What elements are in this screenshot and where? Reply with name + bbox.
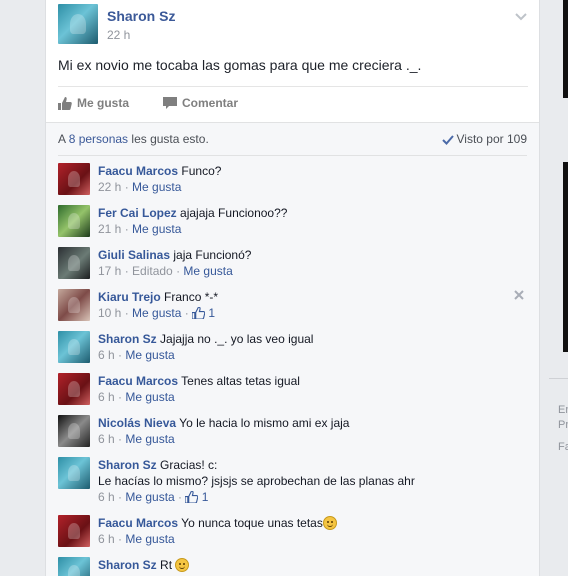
commenter-name[interactable]: Faacu Marcos <box>98 374 178 388</box>
commenter-name[interactable]: Sharon Sz <box>98 458 157 472</box>
comment-meta: 6 h · Me gusta · 1 <box>98 490 209 504</box>
comment-like-link[interactable]: Me gusta <box>125 532 174 546</box>
commenter-avatar[interactable] <box>58 331 90 363</box>
commenter-avatar[interactable] <box>58 163 90 195</box>
comment-text: Yo nunca toque unas tetas <box>181 516 323 530</box>
commenter-name[interactable]: Faacu Marcos <box>98 516 178 530</box>
author-avatar[interactable] <box>58 4 98 44</box>
comment-like-link[interactable]: Me gusta <box>125 390 174 404</box>
comment-time[interactable]: 17 h <box>98 264 121 278</box>
seen-count: Visto por 109 <box>456 132 528 146</box>
comment-text: Gracias! c: <box>160 458 218 472</box>
comment-text: Tenes altas tetas igual <box>181 374 300 388</box>
smile-emoji-icon <box>175 558 190 572</box>
commenter-avatar[interactable] <box>58 289 90 321</box>
comment-text: ajajaja Funcionoo?? <box>180 206 288 220</box>
commenter-avatar[interactable] <box>58 415 90 447</box>
post-header: Sharon Sz 22 h <box>58 4 528 46</box>
comment-like-link[interactable]: Me gusta <box>125 432 174 446</box>
likes-summary: A 8 personas les gusta esto. Visto por 1… <box>58 132 527 156</box>
comment-text: Rt <box>160 558 173 572</box>
comment-like-link[interactable]: Me gusta <box>183 264 232 278</box>
comment-text: Jajajja no ._. yo las veo igual <box>160 332 314 346</box>
commenter-avatar[interactable] <box>58 373 90 405</box>
commenter-avatar[interactable] <box>58 515 90 547</box>
close-icon[interactable] <box>513 289 525 301</box>
divider <box>58 155 527 156</box>
comment-meta: 17 h · Editado · Me gusta <box>98 264 233 278</box>
comment-like-count[interactable]: 1 <box>184 490 209 504</box>
comment-meta: 6 h · Me gusta <box>98 432 175 446</box>
comment-icon <box>163 97 177 109</box>
commenter-name[interactable]: Giuli Salinas <box>98 248 170 262</box>
comment-label: Comentar <box>182 96 239 110</box>
comment-time[interactable]: 6 h <box>98 432 115 446</box>
comment-like-link[interactable]: Me gusta <box>132 222 181 236</box>
comment-text: Yo le hacia lo mismo ami ex jaja <box>179 416 350 430</box>
comment-time[interactable]: 6 h <box>98 348 115 362</box>
commenter-avatar[interactable] <box>58 557 90 576</box>
comments-section: A 8 personas les gusta esto. Visto por 1… <box>46 122 539 576</box>
post-author-name[interactable]: Sharon Sz <box>107 8 175 24</box>
comment-time[interactable]: 21 h <box>98 222 121 236</box>
comment-like-link[interactable]: Me gusta <box>125 348 174 362</box>
like-count: 1 <box>201 490 209 504</box>
commenter-avatar[interactable] <box>58 205 90 237</box>
commenter-name[interactable]: Sharon Sz <box>98 558 157 572</box>
likes-prefix: A <box>58 132 69 146</box>
commenter-name[interactable]: Fer Cai Lopez <box>98 206 177 220</box>
divider <box>549 378 568 379</box>
comment-time[interactable]: 10 h <box>98 306 121 320</box>
commenter-name[interactable]: Faacu Marcos <box>98 164 178 178</box>
comment-like-link[interactable]: Me gusta <box>125 490 174 504</box>
post-actions: Me gusta Comentar <box>58 86 528 122</box>
sidebar-text[interactable]: Pr <box>558 419 568 431</box>
like-count: 1 <box>208 306 216 320</box>
thumbs-up-icon <box>58 97 72 110</box>
comment-text: jaja Funcionó? <box>173 248 252 262</box>
comment-time[interactable]: 6 h <box>98 532 115 546</box>
comment-time[interactable]: 6 h <box>98 490 115 504</box>
likes-suffix: les gusta esto. <box>128 132 209 146</box>
comment-time[interactable]: 22 h <box>98 180 121 194</box>
commenter-name[interactable]: Kiaru Trejo <box>98 290 161 304</box>
commenter-name[interactable]: Nicolás Nieva <box>98 416 176 430</box>
relieved-emoji-icon <box>322 516 337 530</box>
comment-meta: 6 h · Me gusta <box>98 532 175 546</box>
comment-edited[interactable]: Editado <box>132 264 173 278</box>
comment-meta: 22 h · Me gusta <box>98 180 182 194</box>
comment-text: Funco? <box>181 164 222 178</box>
thumbs-up-icon <box>184 490 199 504</box>
comment-like-link[interactable]: Me gusta <box>132 180 181 194</box>
thumbs-up-icon <box>191 306 206 320</box>
post-text: Mi ex novio me tocaba las gomas para que… <box>58 57 422 73</box>
post-timestamp[interactable]: 22 h <box>107 28 130 42</box>
commenter-name[interactable]: Sharon Sz <box>98 332 157 346</box>
comment-like-count[interactable]: 1 <box>191 306 216 320</box>
sidebar-image[interactable] <box>563 162 568 352</box>
comment-like-link[interactable]: Me gusta <box>132 306 181 320</box>
checkmark-icon <box>441 135 454 145</box>
comment-button[interactable]: Comentar <box>163 96 238 110</box>
comment-meta: 6 h · Me gusta <box>98 390 175 404</box>
comment-text-line2: Le hacías lo mismo? jsjsjs se aprobechan… <box>98 474 415 488</box>
seen-by[interactable]: Visto por 109 <box>441 132 528 146</box>
like-button[interactable]: Me gusta <box>58 96 129 110</box>
commenter-avatar[interactable] <box>58 247 90 279</box>
commenter-avatar[interactable] <box>58 457 90 489</box>
comment-meta: 21 h · Me gusta <box>98 222 182 236</box>
comment-meta: 6 h · Me gusta <box>98 348 175 362</box>
sidebar-text[interactable]: Er <box>558 404 568 416</box>
comment-text: Franco *-* <box>164 290 219 304</box>
like-label: Me gusta <box>77 96 130 110</box>
right-sidebar: Er Pr Fa <box>541 0 568 576</box>
comment-meta: 10 h · Me gusta · 1 <box>98 306 216 320</box>
sidebar-text[interactable]: Fa <box>558 441 568 453</box>
likes-people-link[interactable]: 8 personas <box>69 132 128 146</box>
post-card: Sharon Sz 22 h Mi ex novio me tocaba las… <box>45 0 540 576</box>
sidebar-image[interactable] <box>563 0 568 98</box>
chevron-down-icon[interactable] <box>514 10 528 24</box>
comment-time[interactable]: 6 h <box>98 390 115 404</box>
